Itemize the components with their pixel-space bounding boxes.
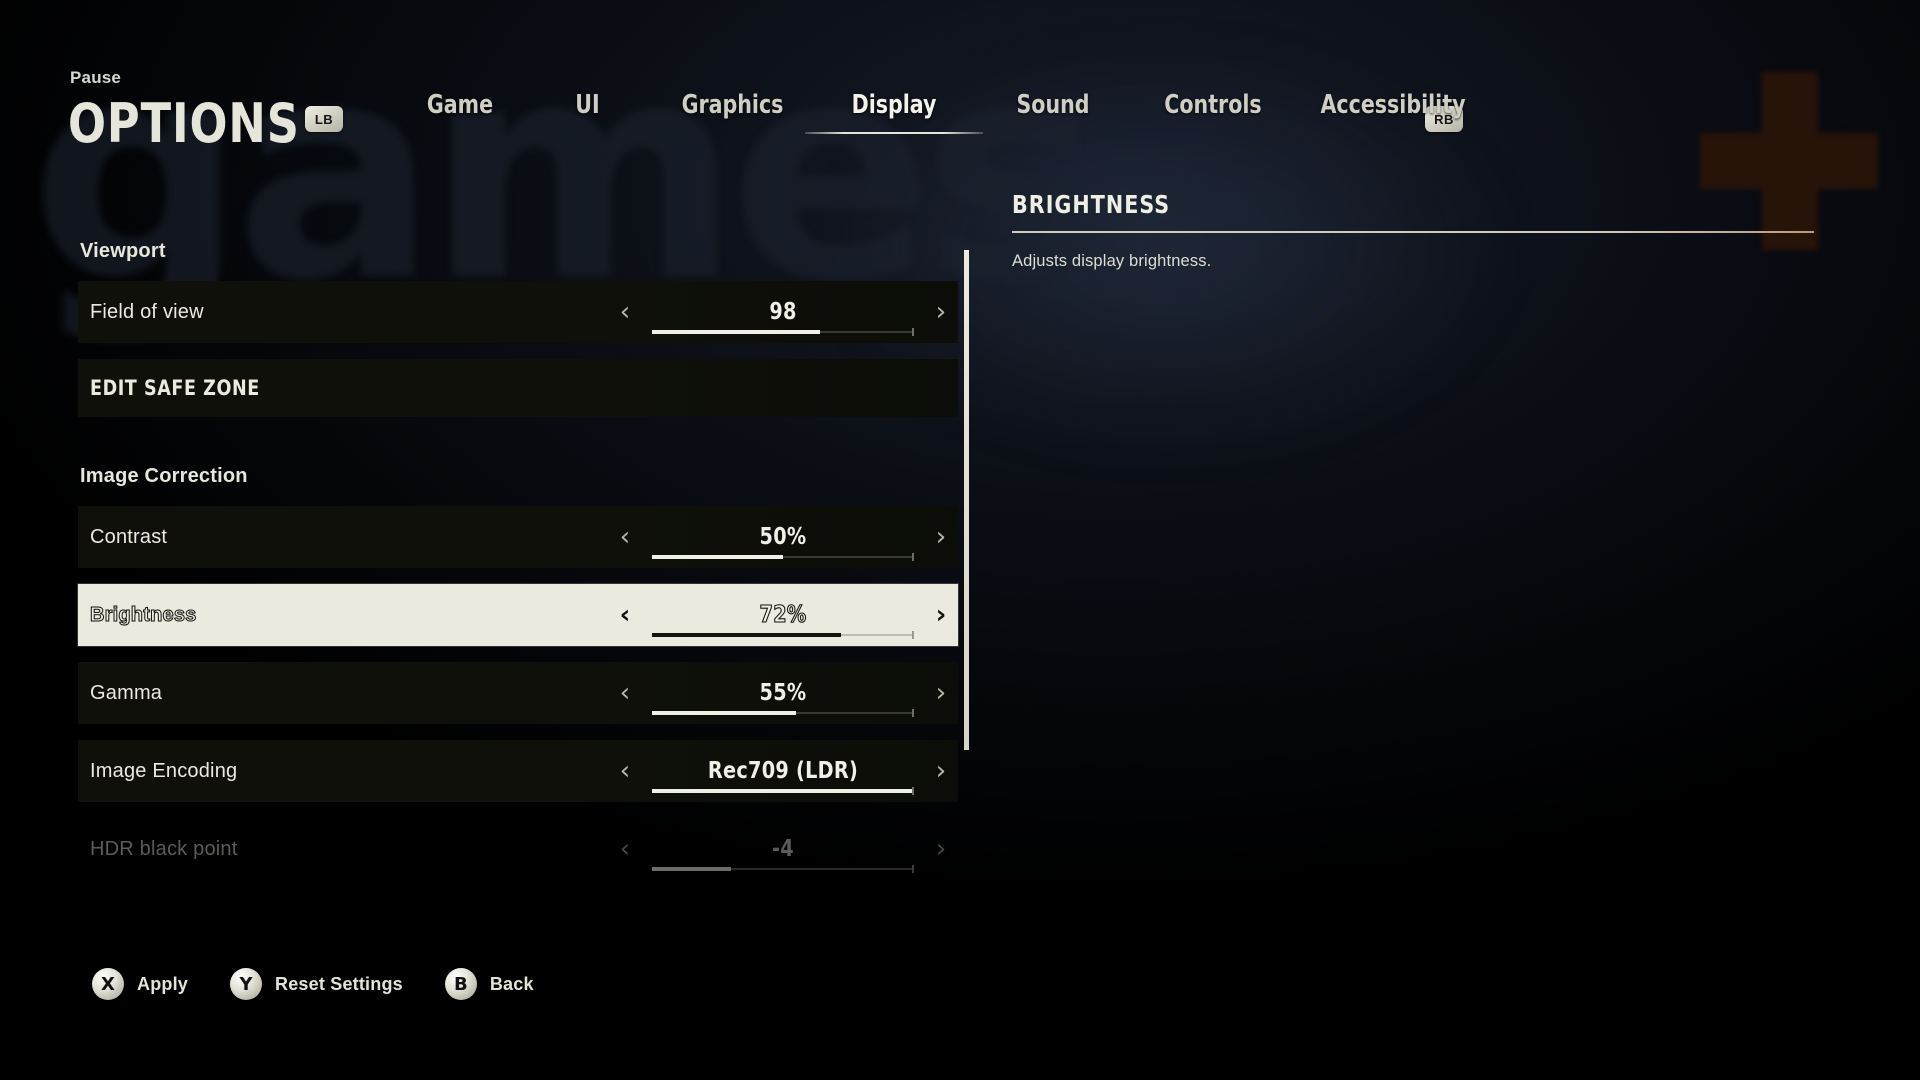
chevron-left-icon[interactable]: ‹ (608, 602, 642, 628)
chevron-left-icon[interactable]: ‹ (608, 758, 642, 784)
slider-fill (652, 633, 841, 637)
button-glyph-b-icon: B (444, 968, 477, 1000)
pause-label: Pause (70, 68, 122, 87)
chevron-left-icon[interactable]: ‹ (608, 680, 642, 706)
description-text: Adjusts display brightness. (1012, 251, 1212, 270)
slider-endcap (912, 328, 914, 336)
chevron-right-icon[interactable]: › (924, 680, 958, 706)
tab-ui[interactable]: UI (533, 90, 643, 142)
chevron-right-icon[interactable]: › (924, 758, 958, 784)
slider-gamma[interactable] (652, 709, 914, 717)
slider-hdr-black-point (652, 865, 914, 873)
setting-label-gamma: Gamma (90, 681, 163, 704)
chevron-right-icon[interactable]: › (924, 602, 958, 628)
setting-value-hdr-black-point: -4 (772, 836, 794, 862)
section-header-viewport: Viewport (80, 240, 166, 262)
setting-row-brightness[interactable]: Brightness ‹ 72% › (78, 584, 958, 646)
header: Pause OPTIONS LB RB Game UI Graphics Displa… (0, 0, 1920, 170)
setting-value-field-of-view: 98 (769, 299, 797, 325)
stepper-brightness: ‹ 72% › (608, 584, 958, 646)
slider-endcap (912, 709, 914, 717)
slider-endcap (912, 865, 914, 873)
slider-endcap (912, 787, 914, 795)
slider-brightness[interactable] (652, 631, 914, 639)
tab-graphics[interactable]: Graphics (660, 90, 805, 142)
chevron-right-icon[interactable]: › (924, 299, 958, 325)
left-bumper-icon[interactable]: LB (305, 106, 343, 132)
slider-endcap (912, 553, 914, 561)
tab-sound[interactable]: Sound (983, 90, 1124, 142)
setting-value-gamma: 55% (759, 680, 807, 706)
button-glyph-y-icon: Y (230, 968, 263, 1000)
setting-label-field-of-view: Field of view (90, 300, 204, 323)
slider-fill (652, 867, 731, 871)
setting-row-contrast[interactable]: Contrast ‹ 50% › (78, 506, 958, 568)
slider-image-encoding[interactable] (652, 787, 914, 795)
chevron-right-icon: › (935, 834, 947, 864)
tab-bar: Game UI Graphics Display Sound Controls Access… (395, 90, 1493, 150)
stepper-gamma: ‹ 55% › (608, 662, 958, 724)
slider-fill (652, 330, 820, 334)
description-title: BRIGHTNESS (1012, 190, 1171, 219)
setting-row-image-encoding[interactable]: Image Encoding ‹ Rec709 (LDR) › (78, 740, 958, 802)
stepper-image-encoding: ‹ Rec709 (LDR) › (608, 740, 958, 802)
setting-row-edit-safe-zone[interactable]: EDIT SAFE ZONE (78, 359, 958, 417)
description-panel: BRIGHTNESS Adjusts display brightness. (1012, 190, 1822, 271)
slider-fill (652, 711, 797, 715)
slider-field-of-view[interactable] (652, 328, 914, 336)
tab-accessibility[interactable]: Accessibility (1305, 90, 1481, 142)
setting-label-hdr-black-point: HDR black point (90, 837, 238, 860)
page-title: OPTIONS (68, 92, 300, 155)
stepper-field-of-view: ‹ 98 › (608, 281, 958, 343)
setting-label-edit-safe-zone: EDIT SAFE ZONE (90, 376, 260, 400)
slider-fill (652, 789, 914, 793)
description-divider (1012, 231, 1814, 233)
scrollbar-thumb[interactable] (964, 250, 969, 750)
settings-panel: Viewport Field of view ‹ 98 › EDIT SAFE ZONE I… (78, 240, 958, 896)
button-glyph-x-icon: X (92, 968, 124, 1000)
setting-value-image-encoding: Rec709 (LDR) (707, 758, 859, 784)
slider-endcap (912, 631, 914, 639)
chevron-left-icon[interactable]: ‹ (608, 299, 642, 325)
setting-row-field-of-view[interactable]: Field of view ‹ 98 › (78, 281, 958, 343)
footer-prompts: X Apply Y Reset Settings B Back (92, 968, 576, 1000)
tab-display[interactable]: Display (805, 90, 983, 142)
setting-row-gamma[interactable]: Gamma ‹ 55% › (78, 662, 958, 724)
prompt-label: Apply (137, 973, 189, 994)
stepper-hdr-black-point: ‹ -4 › (608, 818, 958, 880)
slider-fill (652, 555, 783, 559)
prompt-label: Reset Settings (275, 973, 403, 994)
setting-label-contrast: Contrast (90, 525, 168, 548)
setting-value-contrast: 50% (759, 524, 807, 550)
prompt-label: Back (489, 973, 534, 994)
setting-label-brightness: Brightness (89, 603, 197, 626)
setting-value-brightness: 72% (759, 601, 807, 628)
prompt-apply[interactable]: X Apply (92, 968, 188, 1000)
prompt-reset-settings[interactable]: Y Reset Settings (230, 968, 403, 1000)
chevron-right-icon[interactable]: › (924, 524, 958, 550)
setting-label-image-encoding: Image Encoding (90, 759, 238, 782)
tab-controls[interactable]: Controls (1143, 90, 1284, 142)
chevron-left-icon: ‹ (619, 834, 631, 864)
tab-game[interactable]: Game (403, 90, 517, 142)
stepper-contrast: ‹ 50% › (608, 506, 958, 568)
chevron-left-icon[interactable]: ‹ (608, 524, 642, 550)
slider-contrast[interactable] (652, 553, 914, 561)
section-header-image-correction: Image Correction (80, 465, 248, 487)
prompt-back[interactable]: B Back (444, 968, 534, 1000)
setting-row-hdr-black-point: HDR black point ‹ -4 › (78, 818, 958, 880)
scrollbar-track[interactable] (964, 250, 969, 750)
